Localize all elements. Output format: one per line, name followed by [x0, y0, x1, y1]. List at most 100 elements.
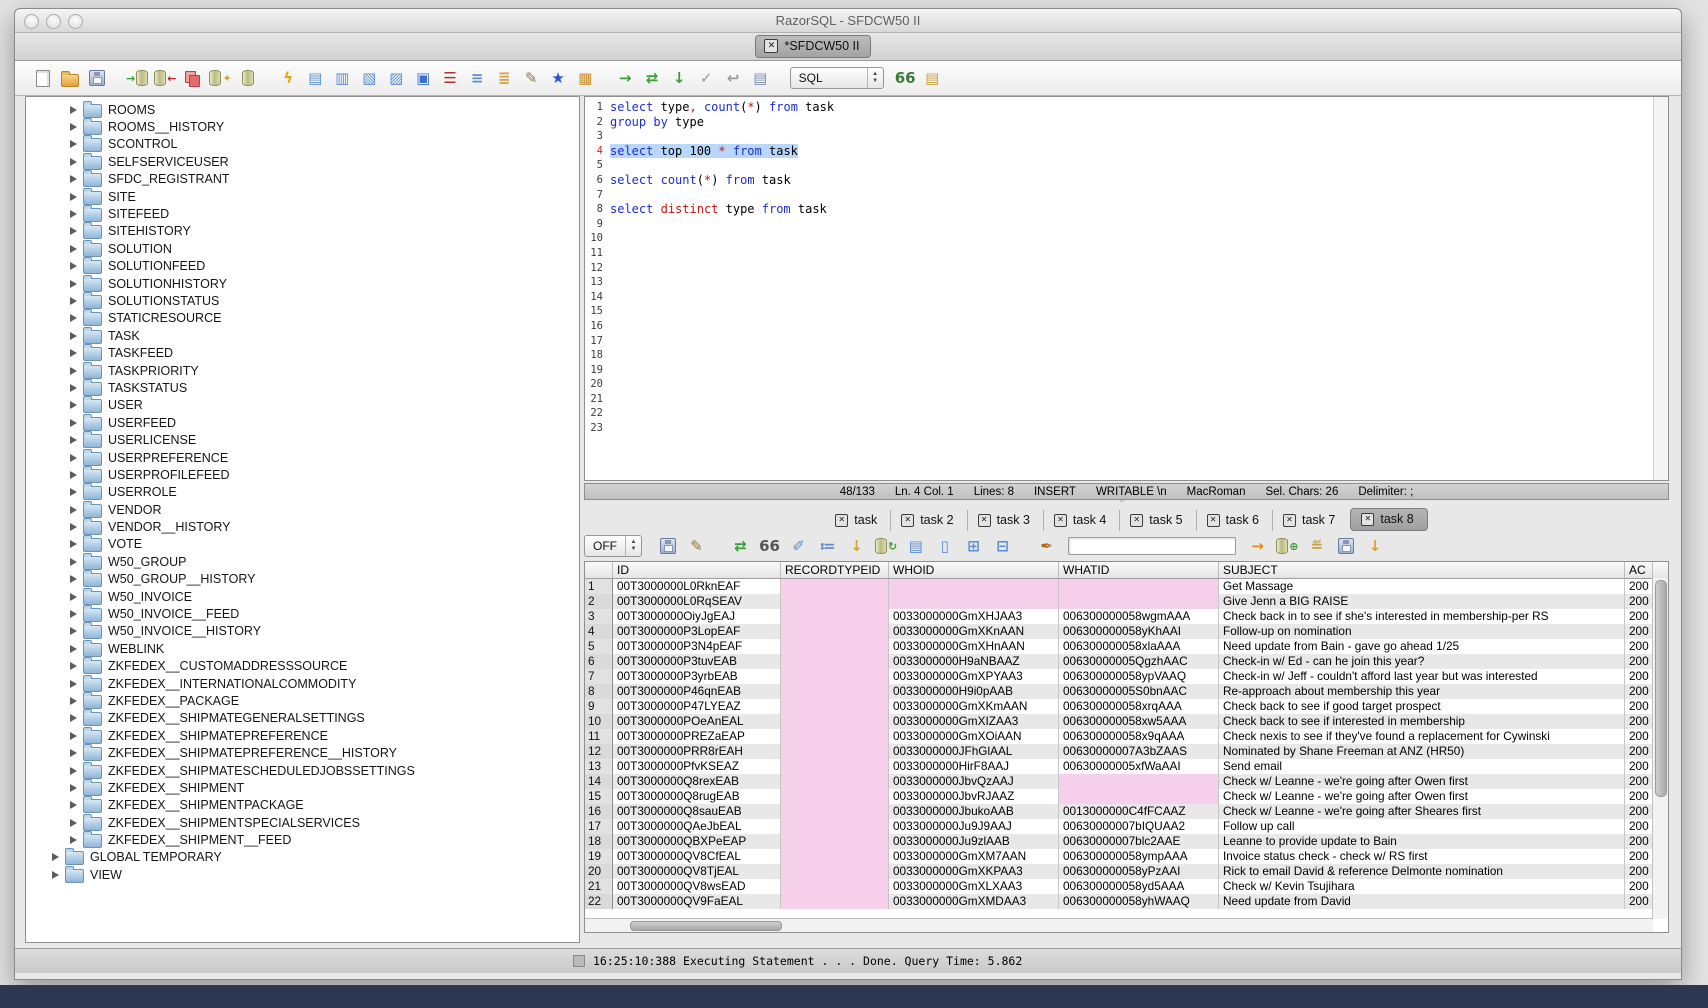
- dropdown-stepper-icon[interactable]: ▲▼: [867, 68, 883, 88]
- cell-ac[interactable]: 200: [1625, 774, 1653, 789]
- cell-subject[interactable]: Re-approach about membership this year: [1219, 684, 1625, 699]
- tree-item-user[interactable]: USER: [26, 397, 579, 414]
- result-tab-task-8[interactable]: ✕task 8: [1350, 508, 1427, 531]
- cell-subject[interactable]: Check-in w/ Jeff - couldn't afford last …: [1219, 669, 1625, 684]
- describe-table-icon[interactable]: ▤: [302, 65, 329, 91]
- results-list-icon[interactable]: ▤: [919, 65, 946, 91]
- edit-query-icon[interactable]: ✐: [785, 533, 812, 559]
- tab-close-icon[interactable]: ✕: [1207, 514, 1220, 527]
- cell-ac[interactable]: 200: [1625, 699, 1653, 714]
- cell-ac[interactable]: 200: [1625, 864, 1653, 879]
- tree-item-rooms[interactable]: ROOMS: [26, 101, 579, 118]
- database-browser-tree[interactable]: ROOMSROOMS__HISTORYSCONTROLSELFSERVICEUS…: [25, 96, 580, 943]
- cell-recordtypeid[interactable]: [781, 699, 889, 714]
- cell-subject[interactable]: Check back to see if interested in membe…: [1219, 714, 1625, 729]
- tab-close-icon[interactable]: ✕: [1361, 513, 1374, 526]
- edit-results-icon[interactable]: ✎: [683, 533, 710, 559]
- copy-table-icon[interactable]: [179, 65, 206, 91]
- table-row[interactable]: 1800T3000000QBXPeEAP0033000000Ju9zlAAB00…: [585, 834, 1668, 849]
- tree-item-rooms-history[interactable]: ROOMS__HISTORY: [26, 118, 579, 135]
- filter-rows-icon[interactable]: ≡: [464, 65, 491, 91]
- table-row[interactable]: 300T3000000OiyJgEAJ0033000000GmXHJAA3006…: [585, 609, 1668, 624]
- disclosure-triangle-icon[interactable]: [70, 593, 77, 601]
- disclosure-triangle-icon[interactable]: [70, 245, 77, 253]
- cell-subject[interactable]: Nominated by Shane Freeman at ANZ (HR50): [1219, 744, 1625, 759]
- tree-item-zkfedex-shipmatescheduledjobssettings[interactable]: ZKFEDEX__SHIPMATESCHEDULEDJOBSSETTINGS: [26, 762, 579, 779]
- cell-whoid[interactable]: 0033000000GmXIZAA3: [889, 714, 1059, 729]
- cell-id[interactable]: 00T3000000P3yrbEAB: [613, 669, 781, 684]
- save-results-icon[interactable]: [654, 533, 681, 559]
- db-refresh-icon[interactable]: ↻: [872, 533, 900, 559]
- tree-item-staticresource[interactable]: STATICRESOURCE: [26, 310, 579, 327]
- table-row[interactable]: 100T3000000L0RknEAFGet Massage200: [585, 579, 1668, 594]
- disclosure-triangle-icon[interactable]: [70, 419, 77, 427]
- cell-whoid[interactable]: [889, 579, 1059, 594]
- format-sql-icon[interactable]: ≣: [491, 65, 518, 91]
- cell-recordtypeid[interactable]: [781, 789, 889, 804]
- cell-whatid[interactable]: 006300000058ypVAAQ: [1059, 669, 1219, 684]
- cell-whatid[interactable]: 006300000058xw5AAA: [1059, 714, 1219, 729]
- cell-subject[interactable]: Check-in w/ Ed - can he join this year?: [1219, 654, 1625, 669]
- cell-whatid[interactable]: 006300000058yKhAAI: [1059, 624, 1219, 639]
- cell-whoid[interactable]: 0033000000GmXM7AAN: [889, 849, 1059, 864]
- tab-close-icon[interactable]: ✕: [764, 39, 778, 53]
- disclosure-triangle-icon[interactable]: [70, 332, 77, 340]
- cell-whatid[interactable]: [1059, 579, 1219, 594]
- horizontal-scrollbar-thumb[interactable]: [630, 921, 782, 931]
- cell-ac[interactable]: 200: [1625, 804, 1653, 819]
- insert-row-icon[interactable]: ⊕: [1273, 533, 1301, 559]
- favorites-star-icon[interactable]: ★: [545, 65, 572, 91]
- table-row[interactable]: 200T3000000L0RqSEAVGive Jenn a BIG RAISE…: [585, 594, 1668, 609]
- cell-ac[interactable]: 200: [1625, 669, 1653, 684]
- cell-whatid[interactable]: 006300000058xrqAAA: [1059, 699, 1219, 714]
- tree-item-w50-invoice[interactable]: W50_INVOICE: [26, 588, 579, 605]
- cell-whoid[interactable]: 0033000000GmXKmAAN: [889, 699, 1059, 714]
- disclosure-triangle-icon[interactable]: [70, 558, 77, 566]
- disclosure-triangle-icon[interactable]: [70, 314, 77, 322]
- cell-whatid[interactable]: 006300000058yPzAAI: [1059, 864, 1219, 879]
- disclosure-triangle-icon[interactable]: [70, 767, 77, 775]
- table-row[interactable]: 1300T3000000PfvKSEAZ0033000000HirF8AAJ00…: [585, 759, 1668, 774]
- result-tab-task-4[interactable]: ✕task 4: [1043, 510, 1119, 531]
- table-row[interactable]: 1600T3000000Q8sauEAB0033000000JbukoAAB00…: [585, 804, 1668, 819]
- cell-whoid[interactable]: 0033000000GmXHnAAN: [889, 639, 1059, 654]
- disclosure-triangle-icon[interactable]: [70, 401, 77, 409]
- editor-scrollbar[interactable]: [1653, 97, 1668, 480]
- cell-ac[interactable]: 200: [1625, 684, 1653, 699]
- disclosure-triangle-icon[interactable]: [70, 749, 77, 757]
- cell-ac[interactable]: 200: [1625, 594, 1653, 609]
- next-result-icon[interactable]: →: [1244, 533, 1271, 559]
- copy-results-icon[interactable]: ⊞: [960, 533, 987, 559]
- title-bar[interactable]: RazorSQL - SFDCW50 II: [15, 9, 1681, 33]
- result-tab-task[interactable]: ✕task: [825, 510, 890, 531]
- tab-close-icon[interactable]: ✕: [901, 514, 914, 527]
- cell-subject[interactable]: Check back to see if good target prospec…: [1219, 699, 1625, 714]
- tree-item-solutionstatus[interactable]: SOLUTIONSTATUS: [26, 292, 579, 309]
- disclosure-triangle-icon[interactable]: [70, 175, 77, 183]
- tree-item-view[interactable]: VIEW: [26, 866, 579, 883]
- database-book-icon[interactable]: ▣: [410, 65, 437, 91]
- cell-recordtypeid[interactable]: [781, 819, 889, 834]
- table-row[interactable]: 700T3000000P3yrbEAB0033000000GmXPYAA3006…: [585, 669, 1668, 684]
- disclosure-triangle-icon[interactable]: [70, 140, 77, 148]
- cell-subject[interactable]: Need update from Bain - gave go ahead 1/…: [1219, 639, 1625, 654]
- disclosure-triangle-icon[interactable]: [70, 488, 77, 496]
- save-grid-icon[interactable]: [1332, 533, 1359, 559]
- cell-recordtypeid[interactable]: [781, 684, 889, 699]
- cell-whoid[interactable]: 0033000000GmXLXAA3: [889, 879, 1059, 894]
- cell-recordtypeid[interactable]: [781, 864, 889, 879]
- disclosure-triangle-icon[interactable]: [70, 367, 77, 375]
- table-row[interactable]: 2000T3000000QV8TjEAL0033000000GmXKPAA300…: [585, 864, 1668, 879]
- cell-recordtypeid[interactable]: [781, 639, 889, 654]
- execute-arrow-icon[interactable]: →: [612, 65, 639, 91]
- cell-whatid[interactable]: 00630000005S0bnAAC: [1059, 684, 1219, 699]
- import-data-icon[interactable]: ▧: [356, 65, 383, 91]
- cell-id[interactable]: 00T3000000QV9FaEAL: [613, 894, 781, 909]
- code-line[interactable]: select type, count(*) from task: [610, 100, 834, 115]
- cell-whoid[interactable]: 0033000000GmXKnAAN: [889, 624, 1059, 639]
- tree-item-userpreference[interactable]: USERPREFERENCE: [26, 449, 579, 466]
- tree-item-weblink[interactable]: WEBLINK: [26, 640, 579, 657]
- disclosure-triangle-icon[interactable]: [70, 627, 77, 635]
- tree-item-userfeed[interactable]: USERFEED: [26, 414, 579, 431]
- disclosure-triangle-icon[interactable]: [70, 662, 77, 670]
